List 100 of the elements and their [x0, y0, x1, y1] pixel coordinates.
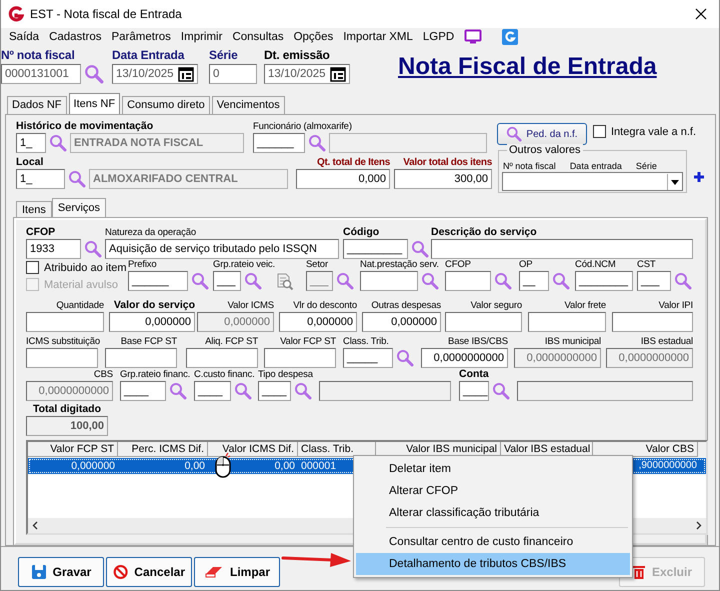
search-icon[interactable]: [494, 272, 512, 290]
input-field[interactable]: 0,0000000000: [421, 348, 508, 368]
search-icon[interactable]: [84, 64, 104, 84]
search-icon[interactable]: [674, 272, 692, 290]
search-icon[interactable]: [421, 272, 439, 290]
menu-item[interactable]: Parâmetros: [111, 31, 171, 43]
menu-item[interactable]: LGPD: [422, 31, 454, 43]
search-icon[interactable]: [49, 134, 67, 152]
search-icon[interactable]: [244, 272, 262, 290]
input-field[interactable]: 1_: [16, 133, 46, 153]
clear-button[interactable]: Limpar: [194, 556, 280, 586]
search-icon[interactable]: [396, 349, 414, 367]
menu-item[interactable]: Consultas: [232, 31, 284, 43]
tab[interactable]: Itens NF: [68, 93, 120, 114]
input-field[interactable]: [431, 239, 693, 259]
input-field[interactable]: 0,000000: [197, 312, 274, 332]
input-field[interactable]: [319, 381, 451, 401]
input-field[interactable]: 0,000000: [362, 312, 441, 332]
search-icon[interactable]: [308, 134, 326, 152]
tab[interactable]: Vencimentos: [212, 96, 285, 114]
input-field[interactable]: [528, 312, 606, 332]
input-field[interactable]: ALMOXARIFADO CENTRAL: [89, 169, 288, 189]
search-icon[interactable]: [169, 382, 187, 400]
input-field[interactable]: 0,000000: [279, 312, 357, 332]
menu-item[interactable]: Cadastros: [49, 31, 102, 43]
input-field[interactable]: [329, 133, 487, 153]
plus-icon[interactable]: [694, 172, 704, 182]
input-field[interactable]: 1933: [26, 239, 81, 259]
menu-item[interactable]: Deletar item: [356, 458, 630, 480]
input-field[interactable]: 300,00: [394, 169, 492, 189]
input-field[interactable]: [517, 381, 693, 401]
input-field[interactable]: ___: [213, 271, 241, 291]
input-field[interactable]: ______: [128, 271, 188, 291]
menu-item[interactable]: Imprimir: [180, 31, 222, 43]
menu-item[interactable]: Consultar centro de custo financeiro: [356, 531, 630, 553]
search-icon[interactable]: [492, 382, 510, 400]
input-field[interactable]: 0,0000000000: [606, 348, 693, 368]
search-icon[interactable]: [294, 382, 312, 400]
tab[interactable]: Consumo direto: [122, 96, 210, 114]
menu-item[interactable]: Opções: [294, 31, 334, 43]
input-field[interactable]: [186, 348, 258, 368]
order-button[interactable]: Ped. da n.f.: [497, 123, 587, 145]
input-field[interactable]: 1_: [16, 169, 65, 189]
input-field[interactable]: [360, 271, 418, 291]
input-field[interactable]: [612, 312, 693, 332]
input-field[interactable]: ___: [306, 271, 333, 291]
input-field[interactable]: __: [519, 271, 549, 291]
input-field[interactable]: ____: [459, 381, 489, 401]
monitor-icon[interactable]: [464, 29, 482, 45]
dropdown-field[interactable]: [502, 172, 683, 191]
input-field[interactable]: [445, 271, 491, 291]
menu-item[interactable]: Importar XML: [343, 31, 413, 43]
input-field[interactable]: ____: [258, 381, 291, 401]
input-field[interactable]: [26, 348, 98, 368]
input-field[interactable]: Aquisição de serviço tributado pelo ISSQN: [105, 239, 339, 259]
calendar-icon[interactable]: [330, 66, 346, 82]
input-field[interactable]: 100,00: [26, 416, 108, 436]
input-field[interactable]: [105, 348, 177, 368]
tab[interactable]: Serviços: [52, 198, 106, 218]
input-field[interactable]: 13/10/2025: [112, 64, 198, 84]
column-header[interactable]: Valor ICMS Dif.: [208, 442, 298, 457]
input-field[interactable]: ____: [194, 381, 231, 401]
search-icon[interactable]: [336, 272, 354, 290]
menu-item[interactable]: Saída: [9, 31, 40, 43]
input-field[interactable]: _________: [343, 239, 408, 259]
input-field[interactable]: ___: [637, 271, 671, 291]
scroll-right-icon[interactable]: [696, 521, 702, 530]
calendar-icon[interactable]: [178, 66, 194, 82]
input-field[interactable]: [26, 312, 104, 332]
search-icon[interactable]: [234, 382, 252, 400]
input-field[interactable]: 0,000000: [109, 312, 195, 332]
input-field[interactable]: ENTRADA NOTA FISCAL: [70, 133, 244, 153]
search-icon[interactable]: [411, 240, 429, 258]
input-field[interactable]: 0,000: [296, 169, 390, 189]
input-field[interactable]: ____: [120, 381, 166, 401]
checkbox[interactable]: [593, 125, 606, 138]
menu-item[interactable]: Alterar CFOP: [356, 480, 630, 502]
close-icon[interactable]: [695, 8, 707, 20]
input-field[interactable]: _____: [343, 348, 393, 368]
cancel-button[interactable]: Cancelar: [106, 556, 192, 586]
search-icon[interactable]: [506, 126, 522, 142]
search-icon[interactable]: [552, 272, 570, 290]
search-icon[interactable]: [68, 170, 86, 188]
logo-icon[interactable]: [502, 29, 518, 45]
search-icon[interactable]: [84, 240, 102, 258]
column-header[interactable]: Perc. ICMS Dif.: [118, 442, 208, 457]
input-field[interactable]: 0000131001: [1, 64, 81, 84]
document-search-icon[interactable]: [276, 273, 294, 291]
tab[interactable]: Dados NF: [7, 96, 67, 114]
menu-item[interactable]: Detalhamento de tributos CBS/IBS: [356, 553, 630, 575]
input-field[interactable]: 0: [209, 64, 257, 84]
checkbox[interactable]: [26, 261, 39, 274]
search-icon[interactable]: [191, 272, 209, 290]
input-field[interactable]: 13/10/2025: [264, 64, 350, 84]
column-header[interactable]: Valor FCP ST: [28, 442, 118, 457]
input-field[interactable]: 0,0000000000: [514, 348, 601, 368]
save-button[interactable]: Gravar: [18, 556, 104, 586]
input-field[interactable]: 0,0000000000: [26, 381, 113, 401]
input-field[interactable]: [264, 348, 336, 368]
menu-item[interactable]: Alterar classificação tributária: [356, 502, 630, 524]
